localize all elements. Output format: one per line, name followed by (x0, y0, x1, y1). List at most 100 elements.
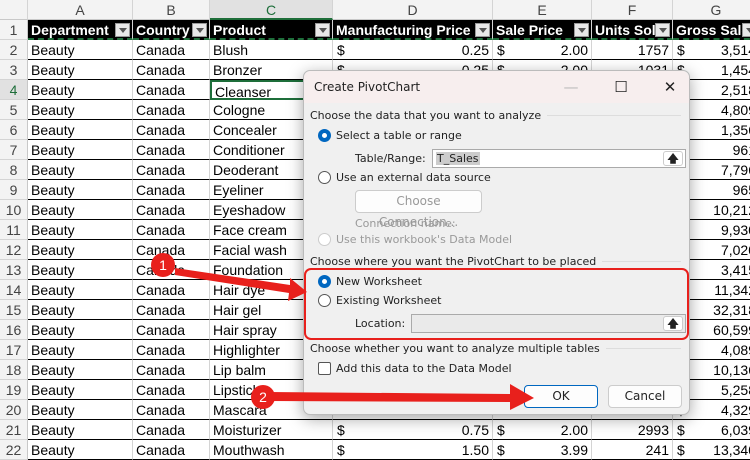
table-cell[interactable]: Beauty (28, 240, 133, 260)
row-header[interactable]: 1 (0, 20, 28, 40)
table-cell[interactable]: Canada (133, 80, 210, 100)
table-cell[interactable]: Canada (133, 360, 210, 380)
row-header[interactable]: 18 (0, 360, 28, 380)
row-header[interactable]: 12 (0, 240, 28, 260)
table-cell[interactable]: Beauty (28, 420, 133, 440)
row-header[interactable]: 3 (0, 60, 28, 80)
table-cell[interactable]: $13,340 (673, 440, 750, 460)
table-cell[interactable]: 1757 (592, 40, 673, 60)
row-header[interactable]: 19 (0, 380, 28, 400)
table-cell[interactable]: Canada (133, 160, 210, 180)
row-header[interactable]: 14 (0, 280, 28, 300)
collapse-dialog-button[interactable]: 🡅 (663, 316, 683, 331)
table-cell[interactable]: Canada (133, 440, 210, 460)
table-header-cell[interactable]: Units Sold (592, 20, 673, 40)
table-cell[interactable]: Canada (133, 380, 210, 400)
row-header[interactable]: 15 (0, 300, 28, 320)
table-cell[interactable]: $2.00 (493, 40, 592, 60)
table-cell[interactable]: Canada (133, 180, 210, 200)
filter-dropdown-icon[interactable] (115, 23, 130, 37)
table-header-cell[interactable]: Manufacturing Price (333, 20, 493, 40)
table-cell[interactable]: Beauty (28, 40, 133, 60)
column-header-f[interactable]: F (592, 0, 673, 20)
table-cell[interactable]: Canada (133, 100, 210, 120)
table-cell[interactable]: Canada (133, 260, 210, 280)
table-cell[interactable]: Beauty (28, 320, 133, 340)
table-cell[interactable]: Canada (133, 200, 210, 220)
row-header[interactable]: 17 (0, 340, 28, 360)
table-cell[interactable]: Canada (133, 340, 210, 360)
radio-data-model[interactable]: Use this workbook's Data Model (318, 233, 512, 246)
table-cell[interactable]: Beauty (28, 220, 133, 240)
row-header[interactable]: 16 (0, 320, 28, 340)
table-cell[interactable]: Canada (133, 40, 210, 60)
table-cell[interactable]: Blush (210, 40, 333, 60)
column-header-d[interactable]: D (333, 0, 493, 20)
table-cell[interactable]: Beauty (28, 180, 133, 200)
row-header[interactable]: 21 (0, 420, 28, 440)
table-cell[interactable]: Beauty (28, 60, 133, 80)
filter-dropdown-icon[interactable] (655, 23, 670, 37)
table-cell[interactable]: Moisturizer (210, 420, 333, 440)
table-cell[interactable]: Canada (133, 240, 210, 260)
column-header-b[interactable]: B (133, 0, 210, 20)
select-all-corner[interactable] (0, 0, 28, 20)
filter-dropdown-icon[interactable] (315, 23, 330, 37)
table-header-cell[interactable]: Sale Price (493, 20, 592, 40)
column-header-e[interactable]: E (493, 0, 592, 20)
close-button[interactable]: ✕ (655, 75, 685, 99)
table-header-cell[interactable]: Gross Sale (673, 20, 750, 40)
radio-existing-worksheet[interactable]: Existing Worksheet (318, 294, 441, 307)
table-cell[interactable]: $3.99 (493, 440, 592, 460)
table-cell[interactable]: Beauty (28, 140, 133, 160)
table-cell[interactable]: Mouthwash (210, 440, 333, 460)
table-cell[interactable]: 241 (592, 440, 673, 460)
collapse-dialog-button[interactable]: 🡅 (663, 151, 683, 166)
maximize-button[interactable]: ☐ (606, 75, 636, 99)
row-header[interactable]: 11 (0, 220, 28, 240)
row-header[interactable]: 5 (0, 100, 28, 120)
filter-dropdown-icon[interactable] (742, 23, 750, 37)
table-cell[interactable]: 2993 (592, 420, 673, 440)
table-header-cell[interactable]: Country (133, 20, 210, 40)
row-header[interactable]: 4 (0, 80, 28, 100)
cancel-button[interactable]: Cancel (608, 385, 682, 408)
table-cell[interactable]: Beauty (28, 300, 133, 320)
table-cell[interactable]: Beauty (28, 380, 133, 400)
column-header-a[interactable]: A (28, 0, 133, 20)
radio-select-table[interactable]: Select a table or range (318, 129, 462, 142)
ok-button[interactable]: OK (524, 385, 598, 408)
row-header[interactable]: 9 (0, 180, 28, 200)
table-cell[interactable]: $3,514 (673, 40, 750, 60)
table-cell[interactable]: Canada (133, 60, 210, 80)
choose-connection-button[interactable]: Choose Connection... (355, 190, 482, 229)
table-cell[interactable]: Beauty (28, 400, 133, 420)
dialog-titlebar[interactable]: Create PivotChart — ☐ ✕ (304, 71, 689, 103)
add-data-model-checkbox[interactable]: Add this data to the Data Model (318, 362, 512, 375)
row-header[interactable]: 20 (0, 400, 28, 420)
filter-dropdown-icon[interactable] (475, 23, 490, 37)
table-cell[interactable]: Canada (133, 300, 210, 320)
table-cell[interactable]: $6,039 (673, 420, 750, 440)
table-cell[interactable]: $2.00 (493, 420, 592, 440)
table-cell[interactable]: Beauty (28, 100, 133, 120)
table-cell[interactable]: Canada (133, 140, 210, 160)
table-cell[interactable]: $0.25 (333, 40, 493, 60)
radio-external-source[interactable]: Use an external data source (318, 171, 491, 184)
table-cell[interactable]: Canada (133, 400, 210, 420)
table-header-cell[interactable]: Department (28, 20, 133, 40)
row-header[interactable]: 10 (0, 200, 28, 220)
table-cell[interactable]: Canada (133, 280, 210, 300)
filter-dropdown-icon[interactable] (574, 23, 589, 37)
location-input[interactable]: 🡅 (411, 314, 686, 333)
table-cell[interactable]: Beauty (28, 280, 133, 300)
table-cell[interactable]: Beauty (28, 360, 133, 380)
row-header[interactable]: 8 (0, 160, 28, 180)
table-header-cell[interactable]: Product (210, 20, 333, 40)
table-cell[interactable]: Beauty (28, 260, 133, 280)
column-header-c[interactable]: C (210, 0, 333, 20)
table-cell[interactable]: Beauty (28, 200, 133, 220)
radio-new-worksheet[interactable]: New Worksheet (318, 275, 422, 288)
row-header[interactable]: 2 (0, 40, 28, 60)
table-cell[interactable]: $1.50 (333, 440, 493, 460)
